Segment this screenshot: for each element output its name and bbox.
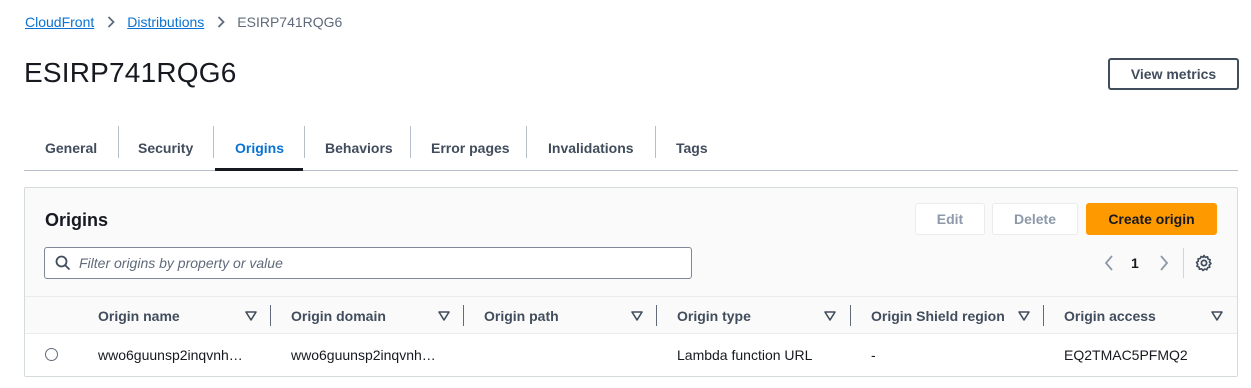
cell-origin-name: wwo6guunsp2inqvnh… [98,347,243,363]
cell-origin-domain: wwo6guunsp2inqvnh… [291,347,436,363]
filter-box [44,247,692,279]
tab-divider [526,126,527,158]
sort-caret-icon[interactable] [437,309,451,323]
chevron-right-icon [214,15,228,29]
tab-behaviors[interactable]: Behaviors [325,125,393,170]
tab-divider [118,126,119,158]
current-page-number[interactable]: 1 [1131,255,1139,271]
row-select-radio[interactable] [45,348,58,361]
column-resizer[interactable] [270,305,271,326]
chevron-left-icon[interactable] [1101,253,1117,273]
delete-button[interactable]: Delete [992,203,1078,235]
column-header-origin-domain[interactable]: Origin domain [291,297,386,334]
column-resizer[interactable] [656,305,657,326]
breadcrumb-distributions[interactable]: Distributions [127,14,204,30]
sort-caret-icon[interactable] [244,309,258,323]
breadcrumb: CloudFront Distributions ESIRP741RQG6 [25,14,342,30]
column-header-origin-access[interactable]: Origin access [1064,297,1156,334]
column-resizer[interactable] [1043,305,1044,326]
sort-caret-icon[interactable] [823,309,837,323]
cell-origin-type: Lambda function URL [677,347,813,363]
table-row[interactable]: wwo6guunsp2inqvnh… wwo6guunsp2inqvnh… La… [25,334,1237,376]
column-header-origin-path[interactable]: Origin path [484,297,559,334]
tab-error-pages[interactable]: Error pages [431,125,510,170]
sort-caret-icon[interactable] [630,309,644,323]
tab-invalidations[interactable]: Invalidations [548,125,634,170]
tab-divider [655,126,656,158]
tab-divider [410,126,411,158]
breadcrumb-cloudfront[interactable]: CloudFront [25,14,94,30]
chevron-right-icon[interactable] [1156,253,1172,273]
settings-gear-icon[interactable] [1195,254,1213,272]
view-metrics-button[interactable]: View metrics [1108,58,1239,90]
page-title: ESIRP741RQG6 [24,57,237,88]
filter-origins-input[interactable] [79,255,659,271]
tab-general[interactable]: General [45,125,97,170]
column-resizer[interactable] [850,305,851,326]
tab-security[interactable]: Security [138,125,193,170]
tab-divider [304,126,305,158]
tab-tags[interactable]: Tags [676,125,708,170]
search-icon [55,255,71,271]
origins-title: Origins [45,210,109,230]
breadcrumb-current: ESIRP741RQG6 [237,14,343,30]
column-header-origin-shield-region[interactable]: Origin Shield region [871,297,1005,334]
cell-origin-shield-region: - [871,347,876,363]
create-origin-button[interactable]: Create origin [1086,203,1217,235]
sort-caret-icon[interactable] [1210,309,1224,323]
column-header-origin-name[interactable]: Origin name [98,297,180,334]
column-header-origin-type[interactable]: Origin type [677,297,751,334]
column-resizer[interactable] [463,305,464,326]
tab-bar: General Security Origins Behaviors Error… [24,125,1238,171]
table-header: Origin name Origin domain Origin path Or… [25,296,1237,334]
edit-button[interactable]: Edit [915,203,985,235]
tab-origins[interactable]: Origins [235,125,284,170]
active-tab-indicator [215,168,303,171]
sort-caret-icon[interactable] [1017,309,1031,323]
tab-divider [213,126,214,158]
cell-origin-access: EQ2TMAC5PFMQ2 [1064,347,1188,363]
pager-divider [1183,248,1184,278]
chevron-right-icon [104,15,118,29]
